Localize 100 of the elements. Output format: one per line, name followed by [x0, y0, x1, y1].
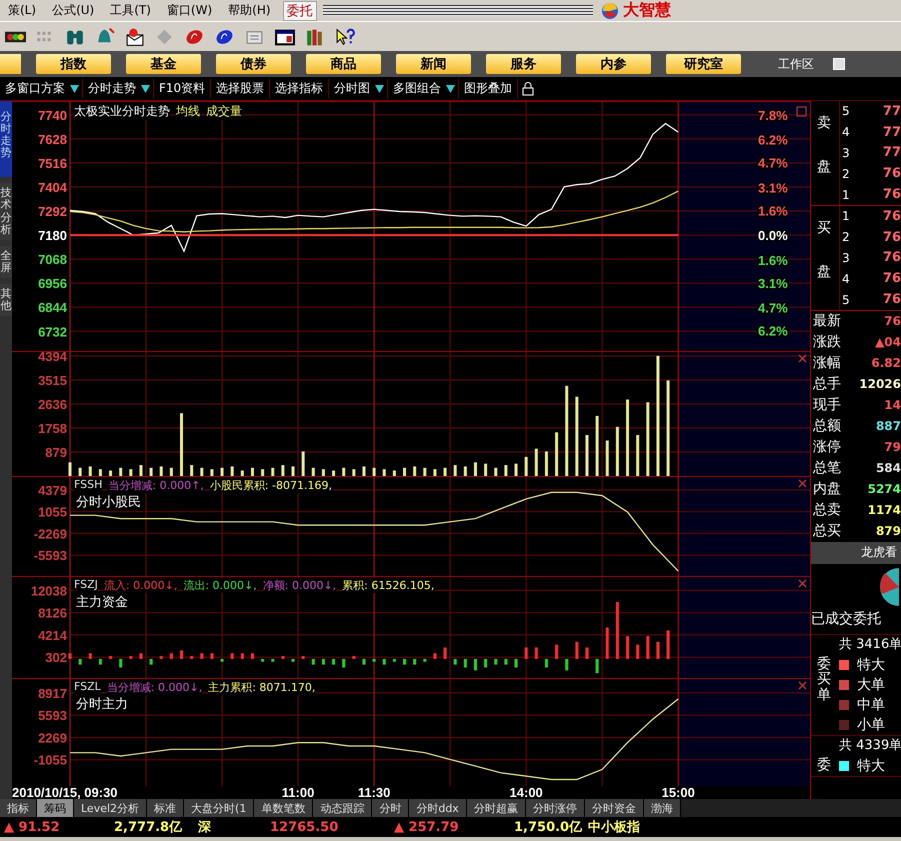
order-price: 76	[882, 250, 901, 266]
entrust-button[interactable]: 委托	[282, 0, 317, 20]
square-icon[interactable]	[796, 106, 806, 116]
nav-button[interactable]: 指数	[36, 54, 111, 74]
close-icon[interactable]	[798, 579, 807, 588]
axis-label: 3515	[38, 373, 67, 388]
mail-icon[interactable]	[124, 26, 146, 48]
nav-button[interactable]: 基金	[126, 54, 201, 74]
indicator-text: 流出: 0.000↓,	[183, 578, 257, 593]
bottom-tab[interactable]: 动态跟踪	[313, 799, 372, 817]
toolbar-button[interactable]: 图形叠加	[459, 80, 518, 97]
stat-label: 最新	[813, 312, 841, 330]
stat-label: 总卖	[813, 501, 841, 520]
bottom-tab[interactable]: 分时涨停	[526, 799, 585, 817]
side-tab[interactable]: 技术分析	[0, 183, 12, 240]
index-value: 中小板指	[587, 819, 641, 836]
panel-tab[interactable]: 龙虎看	[811, 542, 901, 564]
menu-item[interactable]: 工具(T)	[102, 2, 159, 19]
side-tab[interactable]: 全屏	[0, 246, 12, 278]
indicator-text: 主力累积: 8071.170,	[208, 680, 316, 695]
stat-value: 887	[876, 419, 901, 434]
indicator-text: 成交量	[206, 103, 242, 120]
side-tab[interactable]: 其他	[0, 284, 12, 316]
bottom-tab[interactable]: 分时资金	[584, 799, 644, 817]
swirl-logo-icon	[601, 2, 619, 20]
nav-button[interactable]: 内参	[576, 54, 651, 74]
nav-button[interactable]: 服务	[486, 54, 561, 74]
stat-label: 涨跌	[813, 333, 841, 352]
stat-value: 5274	[868, 482, 901, 496]
close-icon[interactable]	[798, 354, 807, 363]
axis-label: 7292	[38, 204, 67, 220]
close-icon[interactable]	[798, 479, 807, 488]
time-label: 11:00	[282, 785, 314, 799]
stat-value: 1174	[868, 503, 901, 518]
bottom-tab[interactable]: 单数笔数	[254, 799, 314, 817]
bottom-tab[interactable]: 渤海	[644, 799, 681, 817]
flow-caption: 已成交委托	[811, 610, 901, 635]
bottom-tab[interactable]: 分时ddx	[409, 799, 467, 817]
axis-label: 1055	[38, 504, 67, 520]
time-label: 14:00	[510, 785, 543, 799]
indicator-title: 主力资金	[74, 593, 130, 611]
nav-button[interactable]: 研究室	[666, 54, 741, 74]
axis-label: -2269	[34, 526, 67, 542]
stat-label: 总笔	[813, 459, 841, 478]
toolbar-button[interactable]: 选择指标	[270, 80, 328, 97]
stat-value: 14	[884, 398, 901, 412]
toolbar-button[interactable]: 多窗口方案	[0, 80, 70, 97]
stat-label: 总买	[813, 522, 841, 540]
group-label: 委	[816, 756, 832, 775]
indicator-text: FSSH	[74, 478, 102, 493]
percent-label: 4.7%	[758, 156, 788, 171]
toolbar-button[interactable]: 分时图	[329, 80, 376, 97]
help-icon[interactable]	[334, 26, 356, 48]
order-price: 76	[882, 271, 901, 286]
legend-label: 特大	[857, 656, 885, 674]
toolbar-button[interactable]: 选择股票	[211, 80, 270, 97]
menu-item[interactable]: 窗口(W)	[158, 2, 220, 19]
axis-label: 7180	[38, 228, 67, 244]
order-price: 77	[882, 145, 901, 160]
caret-icon[interactable]	[141, 84, 150, 94]
indicator-text: 当分增减: 0.000↓,	[106, 680, 202, 695]
indicator-text: FSZL	[74, 680, 101, 695]
workspace-label[interactable]: 工作区	[778, 56, 814, 72]
lock-icon[interactable]	[522, 82, 534, 96]
order-rank: 1	[842, 209, 850, 224]
toolbar-button[interactable]: 分时走势	[83, 80, 141, 97]
toolbar-button[interactable]: 多图组合	[388, 80, 446, 97]
bottom-tab[interactable]: 标准	[147, 799, 184, 817]
bottom-tab[interactable]: 分时超赢	[466, 799, 526, 817]
caret-icon[interactable]	[70, 84, 79, 94]
legend-label: 中单	[857, 696, 885, 714]
caret-icon[interactable]	[446, 84, 456, 94]
group-label: 委买单	[816, 654, 832, 705]
nav-button[interactable]: 新闻	[396, 54, 471, 74]
toolbar-button[interactable]: F10资料	[154, 80, 210, 97]
axis-label: 6956	[38, 276, 67, 292]
nav-button[interactable]: 债券	[216, 54, 291, 74]
side-tab[interactable]: 分时走势	[0, 101, 12, 178]
order-rank: 3	[842, 250, 850, 265]
order-rank: 4	[842, 272, 850, 286]
stat-value: 76	[884, 314, 901, 328]
bottom-tab[interactable]: 分时	[372, 799, 410, 817]
nav-button[interactable]: 商品	[306, 54, 381, 74]
stat-value: 12026	[859, 377, 901, 392]
percent-label: 3.1%	[758, 180, 788, 196]
index-value: 2,777.8亿	[113, 819, 184, 836]
close-icon[interactable]	[798, 681, 807, 690]
bottom-tab[interactable]: 指标	[0, 799, 37, 817]
axis-label: -1055	[34, 752, 67, 768]
bottom-tab[interactable]: Level2分析	[74, 799, 148, 817]
menu-item[interactable]: 帮助(H)	[220, 2, 279, 19]
axis-label: 2269	[38, 730, 67, 746]
menu-item[interactable]: 公式(U)	[44, 2, 102, 19]
axis-label: 5593	[38, 708, 67, 724]
bottom-tab[interactable]: 筹码	[37, 799, 74, 817]
caret-icon[interactable]	[375, 84, 384, 94]
menu-item[interactable]: 策(L)	[0, 2, 44, 19]
order-price: 77	[882, 104, 901, 119]
bottom-tab[interactable]: 大盘分时(1	[184, 799, 254, 817]
stat-label: 总手	[813, 375, 841, 394]
